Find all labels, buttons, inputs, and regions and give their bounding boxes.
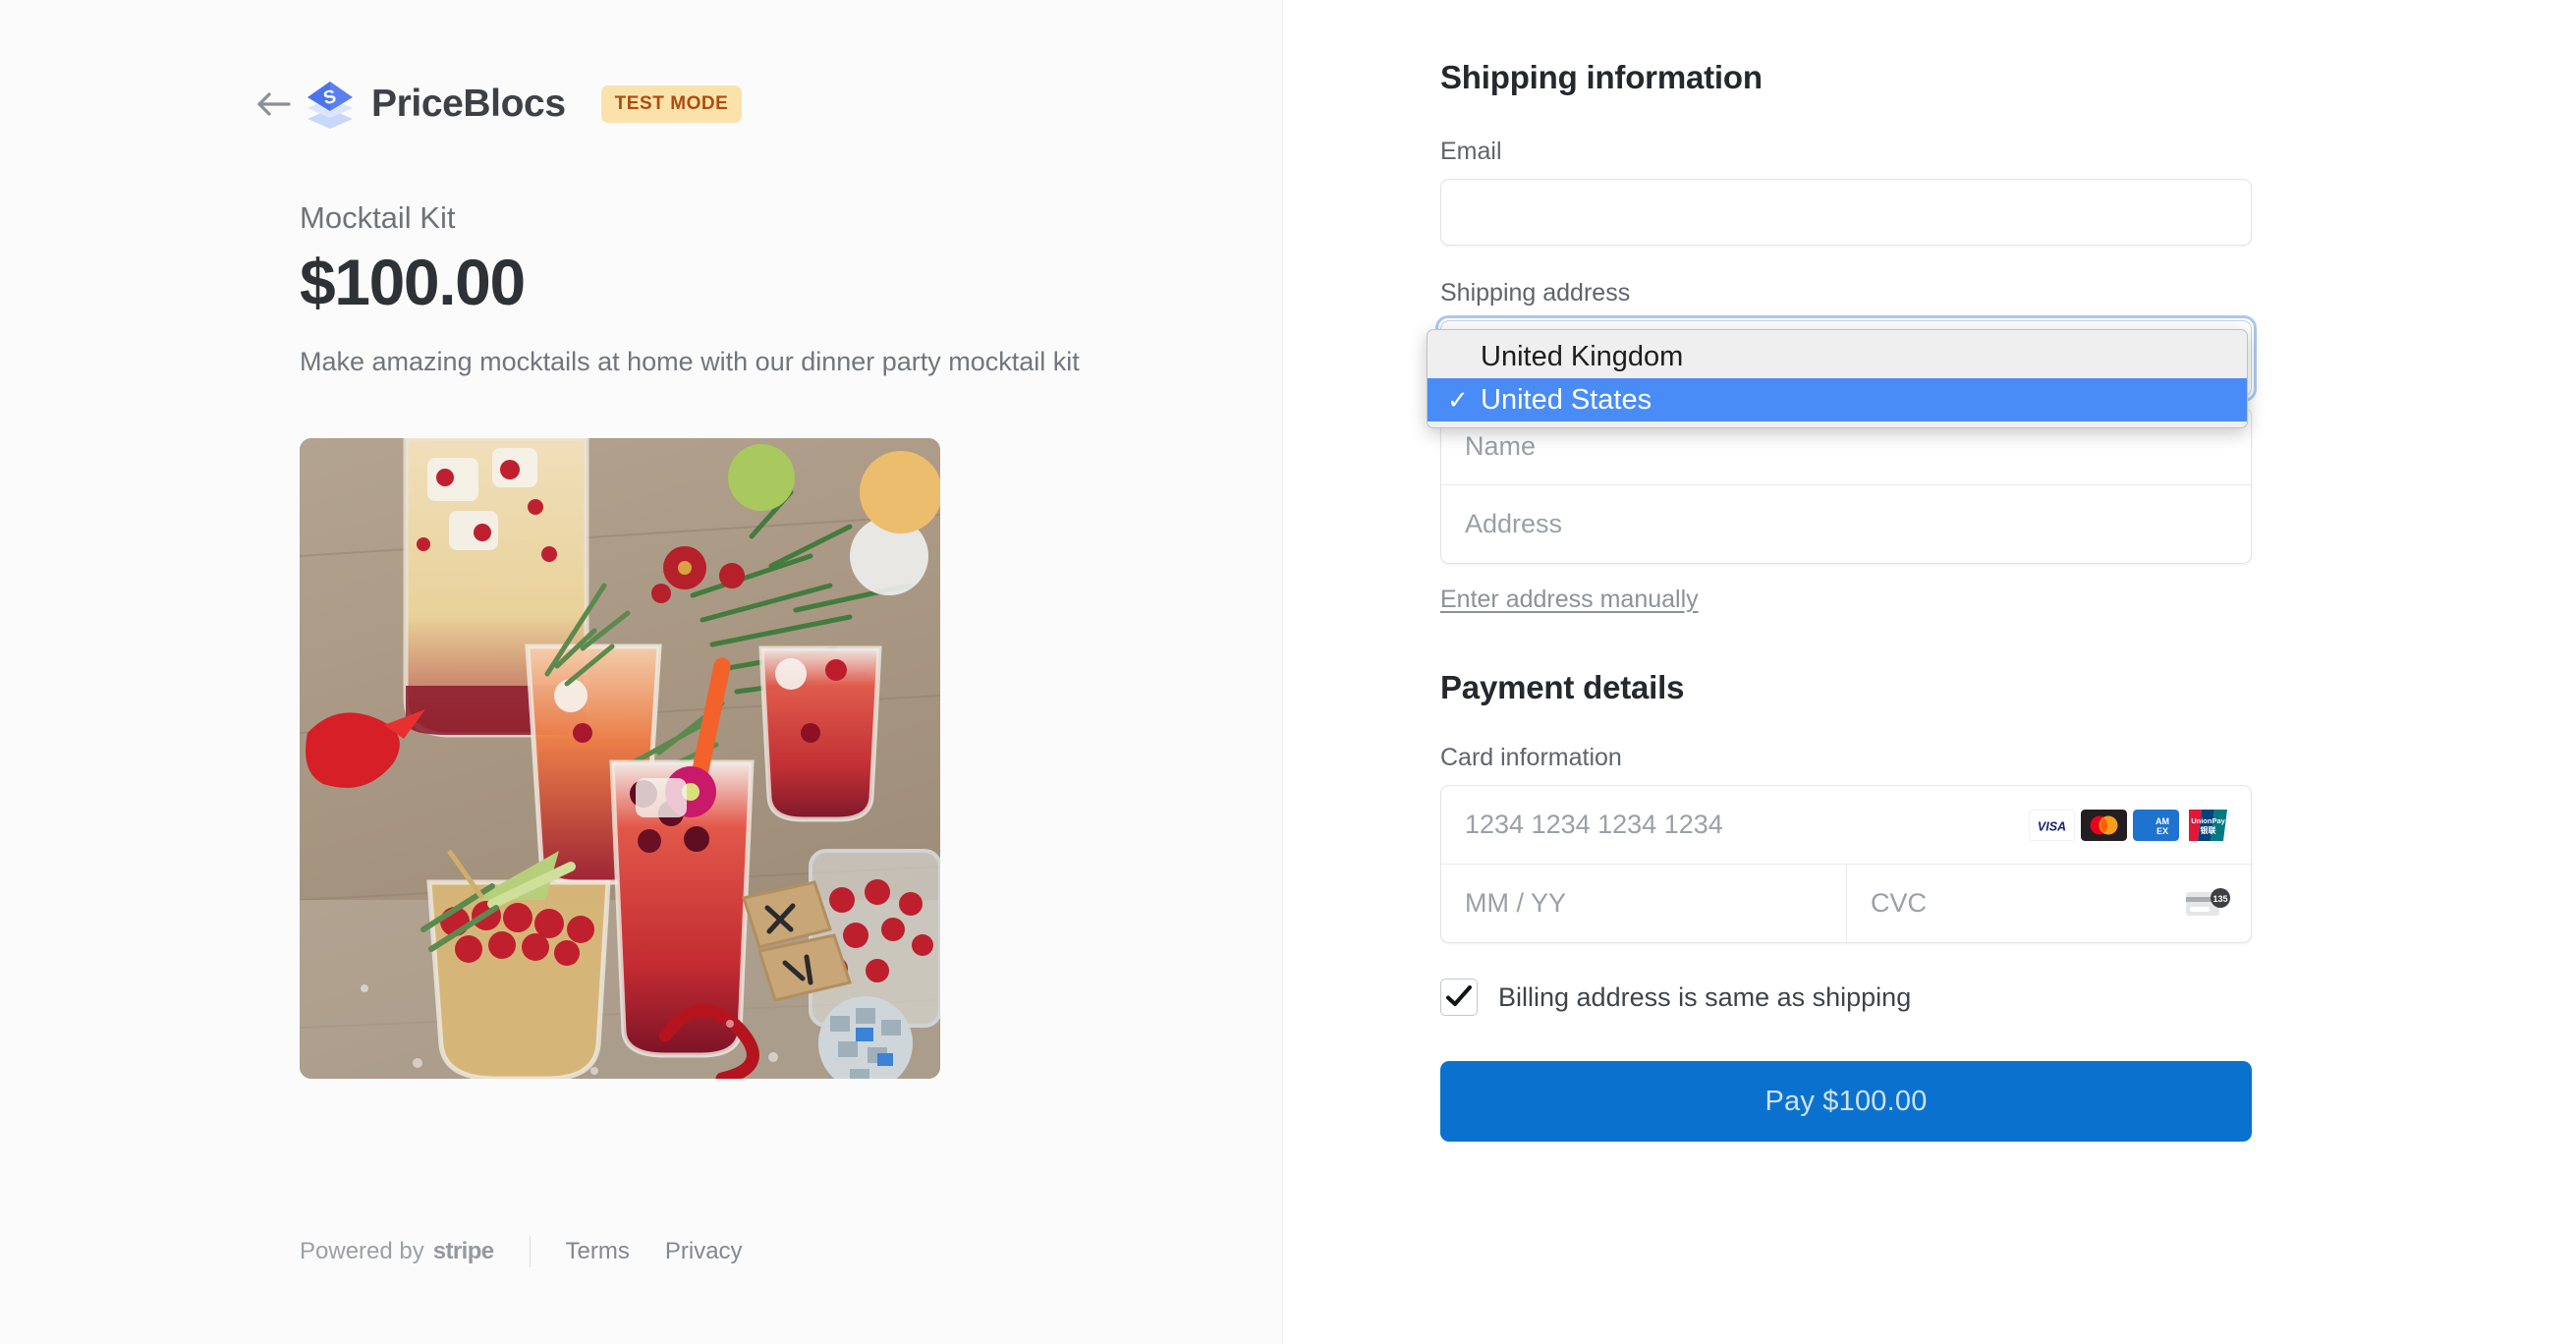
card-number-input[interactable]: 1234 1234 1234 1234 VISA AM EX UnionPay …	[1441, 786, 2251, 865]
pay-button-label: Pay $100.00	[1764, 1085, 1928, 1117]
card-cvc-input[interactable]: CVC 135	[1847, 865, 2251, 942]
enter-address-manually-link[interactable]: Enter address manually	[1440, 586, 1699, 614]
unionpay-icon: UnionPay 银联	[2185, 809, 2231, 841]
svg-text:UnionPay: UnionPay	[2191, 816, 2225, 825]
email-label: Email	[1440, 138, 1502, 165]
footer: Powered by stripe Terms Privacy	[300, 1236, 743, 1267]
checkout-page: S PriceBlocs TEST MODE Mocktail Kit $100…	[0, 0, 2576, 1344]
card-number-placeholder: 1234 1234 1234 1234	[1465, 810, 1723, 839]
country-dropdown-list[interactable]: United Kingdom ✓ United States	[1427, 329, 2248, 428]
checkout-form-panel: Shipping information Email Shipping addr…	[1283, 0, 2576, 1344]
product-description: Make amazing mocktails at home with our …	[300, 347, 1080, 377]
billing-checkbox-label: Billing address is same as shipping	[1498, 981, 1912, 1012]
pay-button[interactable]: Pay $100.00	[1440, 1061, 2252, 1142]
product-price: $100.00	[300, 246, 526, 318]
card-information-label: Card information	[1440, 744, 1622, 771]
product-image	[300, 438, 940, 1080]
card-information-group: 1234 1234 1234 1234 VISA AM EX UnionPay …	[1440, 785, 2252, 943]
email-input[interactable]	[1440, 179, 2252, 246]
card-expiry-cvc-row: MM / YY CVC 135	[1441, 865, 2251, 942]
name-input-placeholder: Name	[1465, 430, 1537, 461]
svg-text:135: 135	[2212, 894, 2227, 904]
terms-link[interactable]: Terms	[566, 1238, 630, 1265]
checkmark-icon	[1446, 985, 1472, 1006]
address-input[interactable]: Address	[1441, 485, 2251, 563]
option-label: United States	[1481, 383, 1652, 416]
priceblocs-logo-icon[interactable]: S	[302, 76, 359, 133]
svg-text:VISA: VISA	[2038, 819, 2066, 833]
payment-details-heading: Payment details	[1440, 669, 1685, 705]
visa-icon: VISA	[2029, 809, 2075, 841]
stripe-logo: stripe	[432, 1238, 494, 1264]
billing-checkbox[interactable]	[1440, 979, 1478, 1016]
card-expiry-placeholder: MM / YY	[1465, 888, 1567, 918]
address-fields-group: Name Address	[1440, 407, 2252, 564]
mastercard-icon	[2081, 809, 2127, 841]
country-option-united-states[interactable]: ✓ United States	[1428, 378, 2247, 421]
cvc-hint-icon: 135	[2184, 887, 2231, 921]
svg-text:AM: AM	[2156, 816, 2169, 826]
amex-icon: AM EX	[2133, 809, 2179, 841]
test-mode-badge: TEST MODE	[600, 85, 743, 123]
shipping-information-heading: Shipping information	[1440, 59, 1763, 95]
billing-same-as-shipping-row[interactable]: Billing address is same as shipping	[1440, 979, 2256, 1016]
svg-text:EX: EX	[2156, 826, 2168, 836]
option-check-icon: ✓	[1447, 384, 1469, 415]
country-option-united-kingdom[interactable]: United Kingdom	[1428, 335, 2247, 378]
card-brand-icons: VISA AM EX UnionPay 银联	[2029, 809, 2231, 841]
product-name: Mocktail Kit	[300, 200, 456, 235]
card-cvc-placeholder: CVC	[1871, 888, 1928, 918]
option-label: United Kingdom	[1481, 340, 1684, 372]
shipping-address-label: Shipping address	[1440, 279, 1631, 307]
address-input-placeholder: Address	[1465, 509, 1563, 538]
brand-header: S PriceBlocs TEST MODE	[257, 76, 1282, 133]
back-arrow-icon[interactable]	[252, 83, 296, 126]
powered-by-label: Powered by	[300, 1238, 424, 1264]
card-expiry-input[interactable]: MM / YY	[1441, 865, 1847, 942]
footer-divider	[529, 1236, 531, 1267]
privacy-link[interactable]: Privacy	[665, 1238, 743, 1265]
brand-name: PriceBlocs	[371, 83, 566, 125]
svg-text:银联: 银联	[2200, 825, 2216, 835]
order-summary-panel: S PriceBlocs TEST MODE Mocktail Kit $100…	[0, 0, 1283, 1344]
